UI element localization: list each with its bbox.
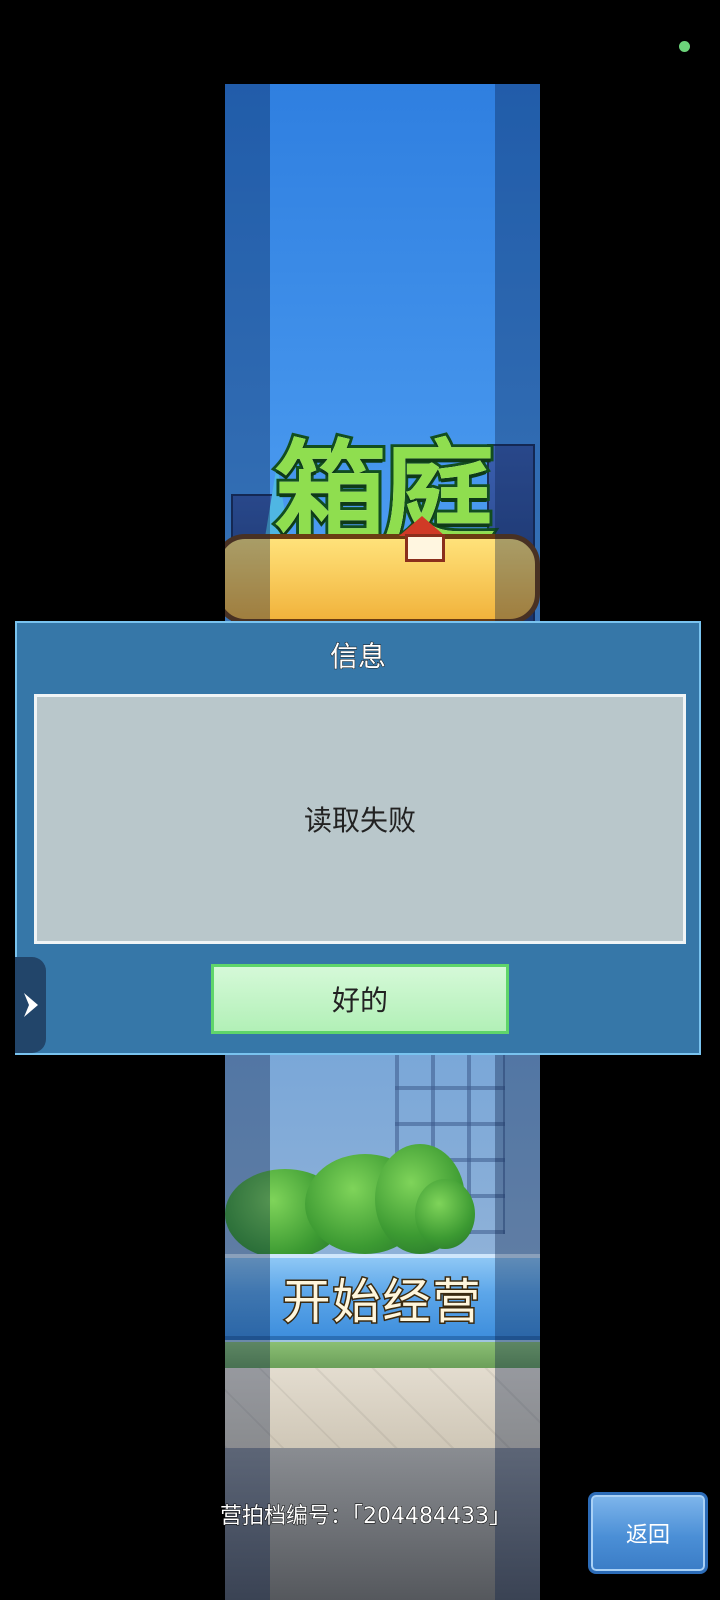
side-panel-toggle[interactable] (15, 957, 46, 1053)
pavement (225, 1368, 540, 1448)
ok-button-label: 好的 (331, 984, 388, 1017)
save-id-text: 营拍档编号：「204484433」 (220, 1504, 511, 1530)
info-dialog: 信息 读取失败 好的 (15, 621, 701, 1055)
back-button[interactable]: 返回 (588, 1492, 708, 1574)
house-icon (405, 534, 445, 562)
start-management-button[interactable]: 开始经营 (225, 1254, 540, 1340)
grass-strip (225, 1342, 540, 1368)
start-management-label: 开始经营 (281, 1273, 483, 1332)
status-indicator-dot (679, 41, 690, 52)
game-logo: 箱庭 (225, 404, 540, 638)
dialog-message-panel: 读取失败 (34, 694, 686, 944)
ok-button[interactable]: 好的 (211, 964, 509, 1034)
house-roof-icon (399, 516, 445, 536)
chevron-right-icon (20, 990, 42, 1020)
bush (415, 1179, 475, 1249)
logo-banner-art (225, 534, 540, 624)
dialog-message: 读取失败 (303, 804, 416, 837)
game-screen: 箱庭 开始经营 营拍档编号：「204484433」 信息 读取失败 好的 返回 (0, 0, 720, 1600)
back-button-label: 返回 (625, 1523, 670, 1548)
dialog-title: 信息 (329, 640, 386, 674)
